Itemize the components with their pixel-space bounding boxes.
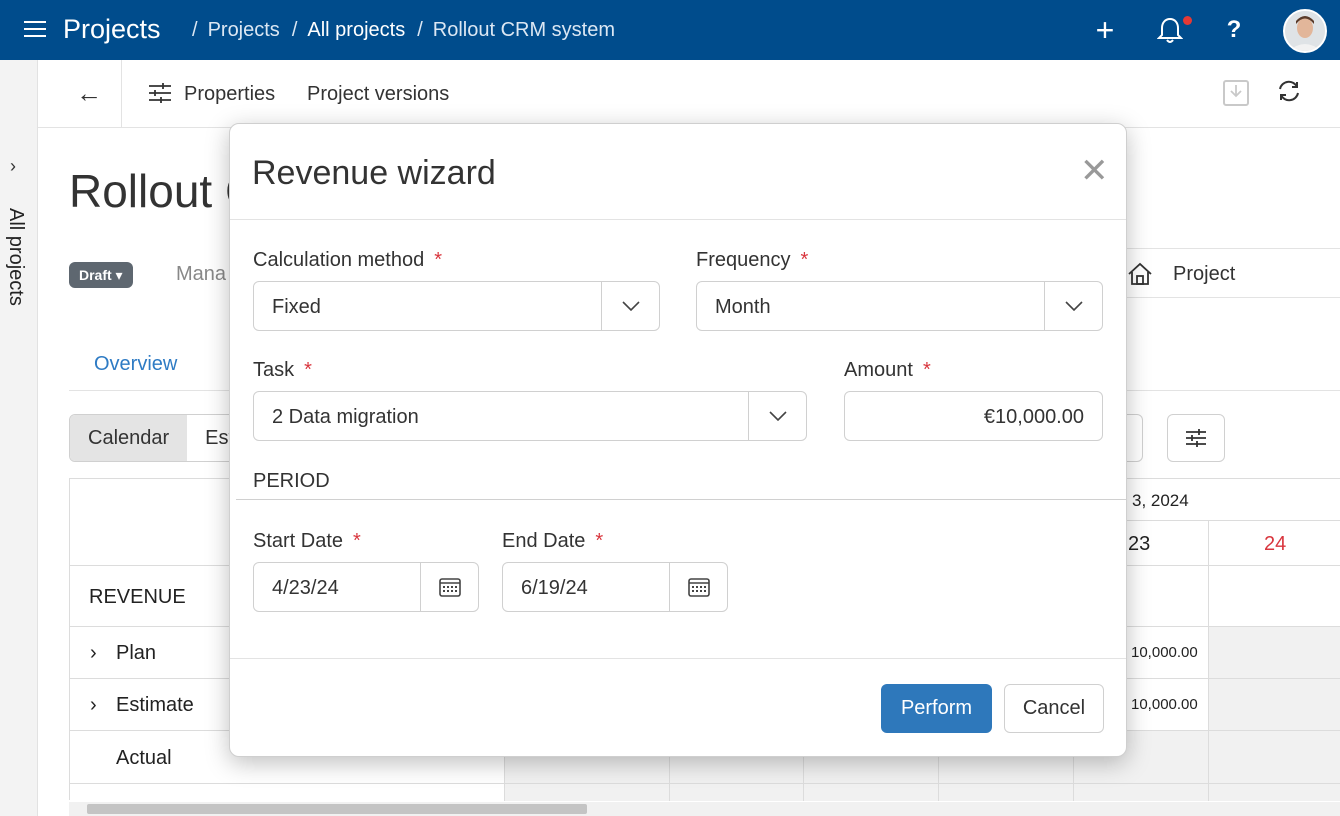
view-calendar-button[interactable]: Calendar <box>70 415 188 461</box>
amount-value: €10,000.00 <box>983 406 1084 428</box>
day-23: 23 <box>1128 533 1151 555</box>
breadcrumb-separator: / <box>291 19 298 41</box>
tab-overview[interactable]: Overview <box>94 353 177 376</box>
start-date-label: Start Date * <box>253 530 361 553</box>
day-24: 24 <box>1264 533 1287 555</box>
horizontal-scrollbar[interactable] <box>69 802 1340 816</box>
breadcrumb-separator: / <box>192 19 198 41</box>
chevron-down-icon[interactable] <box>601 282 659 330</box>
cancel-button[interactable]: Cancel <box>1004 684 1104 733</box>
dialog-footer-divider <box>230 658 1126 659</box>
calendar-icon[interactable] <box>420 563 478 611</box>
download-icon[interactable] <box>1223 80 1249 106</box>
end-date-label-text: End Date <box>502 530 586 552</box>
task-value: 2 Data migration <box>272 406 419 428</box>
project-link[interactable]: Project <box>1115 248 1340 298</box>
end-date-value: 6/19/24 <box>521 577 588 599</box>
breadcrumb: / Projects / All projects / Rollout CRM … <box>192 19 627 42</box>
grid-cell <box>1208 626 1340 678</box>
estimate-row-toggle[interactable]: › <box>90 694 97 717</box>
rail-all-projects[interactable]: All projects <box>4 208 27 306</box>
help-icon[interactable]: ? <box>1218 14 1250 46</box>
top-bar: Projects / Projects / All projects / Rol… <box>0 0 1340 60</box>
calc-method-select[interactable]: Fixed <box>253 281 660 331</box>
calc-method-label-text: Calculation method <box>253 249 425 271</box>
grid-cell <box>1208 678 1340 730</box>
filter-settings-button[interactable] <box>1167 414 1225 462</box>
chevron-down-icon[interactable] <box>1044 282 1102 330</box>
plan-value: 10,000.00 <box>1131 644 1198 661</box>
amount-input[interactable]: €10,000.00 <box>844 391 1103 441</box>
required-mark: * <box>595 530 604 552</box>
plan-row-label: Plan <box>116 642 157 664</box>
breadcrumb-current-project: Rollout CRM system <box>432 19 616 41</box>
task-label: Task * <box>253 359 312 382</box>
actual-row-label: Actual <box>116 747 172 769</box>
required-mark: * <box>922 359 931 381</box>
breadcrumb-projects[interactable]: Projects <box>208 19 280 42</box>
avatar[interactable] <box>1283 9 1327 53</box>
required-mark: * <box>434 249 443 271</box>
frequency-select[interactable]: Month <box>696 281 1103 331</box>
estimate-row-label: Estimate <box>116 694 194 716</box>
properties-button[interactable]: Properties <box>184 83 275 106</box>
breadcrumb-all-projects[interactable]: All projects <box>307 19 405 42</box>
date-range-header: 3, 2024 <box>1132 491 1189 510</box>
sliders-icon[interactable] <box>148 82 172 104</box>
back-arrow-icon[interactable]: ← <box>76 78 102 109</box>
calc-method-label: Calculation method * <box>253 249 442 272</box>
dialog-header-divider <box>230 219 1126 220</box>
perform-button[interactable]: Perform <box>881 684 992 733</box>
project-toolbar: ← Properties Project versions <box>38 60 1340 128</box>
end-date-input[interactable]: 6/19/24 <box>502 562 728 612</box>
amount-label-text: Amount <box>844 359 913 381</box>
start-date-input[interactable]: 4/23/24 <box>253 562 479 612</box>
frequency-label-text: Frequency <box>696 249 791 271</box>
required-mark: * <box>304 359 312 381</box>
home-icon <box>1127 261 1152 285</box>
toolbar-divider <box>121 60 122 128</box>
start-date-value: 4/23/24 <box>272 577 339 599</box>
frequency-value: Month <box>715 296 771 318</box>
amount-label: Amount * <box>844 359 931 382</box>
bell-icon[interactable] <box>1154 14 1186 46</box>
chevron-down-icon[interactable] <box>748 392 806 440</box>
close-icon[interactable]: ✕ <box>1080 154 1109 188</box>
calendar-icon[interactable] <box>669 563 727 611</box>
revenue-wizard-dialog: Revenue wizard ✕ Calculation method * Fix… <box>229 123 1127 757</box>
grid-line <box>1208 520 1209 801</box>
required-mark: * <box>800 249 809 271</box>
chevron-right-icon[interactable]: › <box>10 156 16 177</box>
end-date-label: End Date * <box>502 530 603 553</box>
view-switcher: Calendar Est <box>69 414 254 462</box>
revenue-section-label: REVENUE <box>89 586 186 608</box>
scrollbar-thumb[interactable] <box>87 804 587 814</box>
side-rail: › All projects <box>0 60 38 816</box>
breadcrumb-separator: / <box>417 19 423 41</box>
frequency-label: Frequency * <box>696 249 808 272</box>
period-divider <box>236 499 1126 500</box>
refresh-icon[interactable] <box>1276 78 1302 111</box>
project-link-label: Project <box>1173 263 1236 285</box>
plan-row-toggle[interactable]: › <box>90 642 97 665</box>
dialog-title: Revenue wizard <box>252 154 496 192</box>
task-select[interactable]: 2 Data migration <box>253 391 807 441</box>
calc-method-value: Fixed <box>272 296 321 318</box>
required-mark: * <box>353 530 361 552</box>
task-label-text: Task <box>253 359 295 381</box>
manager-field-partial: Mana <box>176 263 227 285</box>
status-badge[interactable]: Draft ▾ <box>69 262 133 288</box>
hamburger-menu-icon[interactable] <box>24 21 46 39</box>
status-badge-label: Draft <box>79 267 112 283</box>
project-versions-button[interactable]: Project versions <box>307 83 449 106</box>
start-date-label-text: Start Date <box>253 530 344 552</box>
app-title[interactable]: Projects <box>63 14 161 45</box>
grid-line <box>70 783 1340 784</box>
period-section-heading: PERIOD <box>253 470 330 492</box>
add-icon[interactable]: + <box>1089 12 1121 48</box>
estimate-value: 10,000.00 <box>1131 696 1198 713</box>
notification-badge <box>1183 16 1192 25</box>
